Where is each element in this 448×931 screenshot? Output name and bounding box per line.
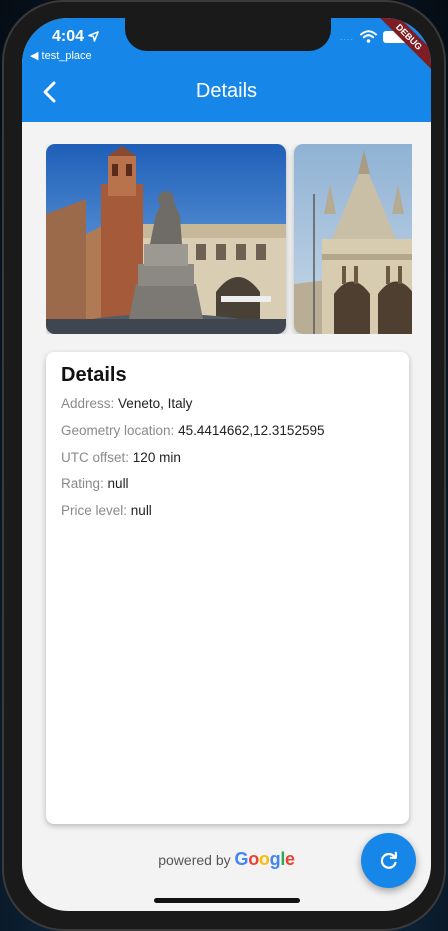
address-label: Address: bbox=[61, 396, 115, 411]
utc-offset-value: 120 min bbox=[132, 450, 181, 465]
status-time: 4:04 bbox=[52, 28, 100, 46]
refresh-button[interactable] bbox=[361, 833, 416, 888]
price-level-label: Price level: bbox=[61, 503, 128, 518]
wifi-icon bbox=[360, 30, 377, 43]
utc-offset-label: UTC offset: bbox=[61, 450, 130, 465]
powered-by-text: powered by bbox=[158, 852, 231, 868]
address-row: Address: Veneto, Italy bbox=[61, 396, 192, 411]
debug-banner: DEBUG bbox=[371, 18, 431, 75]
geometry-location-label: Geometry location: bbox=[61, 423, 175, 438]
price-level-row: Price level: null bbox=[61, 503, 152, 518]
geometry-location-value: 45.4414662,12.3152595 bbox=[178, 423, 325, 438]
geometry-location-row: Geometry location: 45.4414662,12.3152595 bbox=[61, 423, 324, 438]
phone-frame: 4:04 ◀ test_place .... DEBUG Details Det… bbox=[2, 0, 446, 931]
location-arrow-icon bbox=[88, 31, 100, 42]
verona-statue-photo[interactable] bbox=[46, 144, 286, 334]
photo-gallery[interactable] bbox=[46, 144, 412, 334]
cellular-signal-icon: .... bbox=[339, 31, 354, 42]
back-to-app-link[interactable]: ◀ test_place bbox=[30, 49, 92, 62]
phone-notch bbox=[125, 18, 331, 51]
details-card: Details Address: Veneto, Italy Geometry … bbox=[46, 352, 409, 824]
price-level-value: null bbox=[130, 503, 152, 518]
venice-basilica-photo[interactable] bbox=[294, 144, 412, 334]
page-title: Details bbox=[195, 80, 258, 102]
google-logo: Google bbox=[234, 849, 296, 869]
home-indicator[interactable] bbox=[154, 898, 300, 903]
refresh-icon bbox=[380, 851, 397, 869]
details-card-title: Details bbox=[61, 364, 127, 386]
utc-offset-row: UTC offset: 120 min bbox=[61, 450, 181, 465]
statue-tower-image bbox=[46, 144, 286, 334]
app-bar: 4:04 ◀ test_place .... DEBUG Details bbox=[22, 18, 431, 122]
rating-label: Rating: bbox=[61, 476, 104, 491]
rating-value: null bbox=[107, 476, 129, 491]
address-value: Veneto, Italy bbox=[118, 396, 193, 411]
rating-row: Rating: null bbox=[61, 476, 129, 491]
phone-screen: 4:04 ◀ test_place .... DEBUG Details Det… bbox=[22, 18, 431, 911]
basilica-image bbox=[294, 144, 412, 334]
